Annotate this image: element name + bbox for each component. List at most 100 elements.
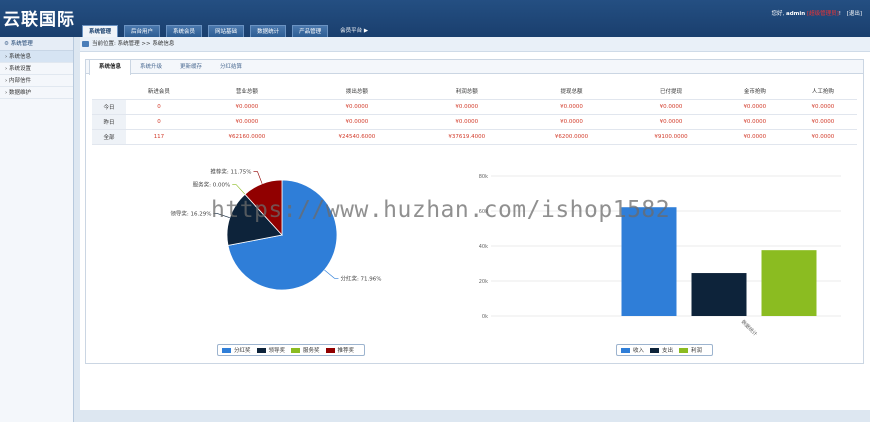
nav-tab-member-platform[interactable]: 会员平台 ▶	[334, 25, 374, 37]
logout-link[interactable]: [退出]	[847, 11, 862, 17]
table-cell: ¥6200.0000	[521, 129, 622, 145]
legend-swatch	[621, 347, 630, 353]
table-cell: ¥0.0000	[301, 114, 412, 130]
table-cell: ¥0.0000	[621, 99, 721, 115]
tab-system-info[interactable]: 系统信息	[89, 60, 132, 75]
table-cell: ¥0.0000	[621, 114, 721, 130]
gear-icon: ⚙	[4, 41, 9, 47]
sidebar-heading-label: 系统管理	[10, 41, 33, 47]
tab-update-cache[interactable]: 更新缓存	[171, 60, 211, 74]
row-label: 昨日	[92, 114, 126, 130]
table-corner	[92, 84, 126, 100]
legend-item[interactable]: 分红奖	[222, 346, 251, 354]
app-logo: 云联国际	[3, 10, 75, 30]
legend-label: 收入	[633, 348, 645, 354]
pie-data-label: 分红奖: 71.96%	[340, 274, 381, 282]
column-header: 拨出总额	[301, 84, 412, 100]
legend-label: 分红奖	[234, 348, 251, 354]
breadcrumb-text: 当前位置: 系统管理 >> 系统信息	[92, 41, 175, 47]
sidebar-item-internal-mail[interactable]: › 内部信件	[0, 75, 73, 87]
column-header: 人工抢购	[788, 84, 857, 100]
legend-item[interactable]: 领导奖	[256, 346, 285, 354]
user-role: [超级管理员]	[806, 11, 839, 17]
sidebar: ⚙ 系统管理 › 系统信息 › 系统设置 › 内部信件 › 数据维护	[0, 37, 74, 422]
table-cell: ¥0.0000	[720, 99, 789, 115]
column-header: 已付提现	[621, 84, 721, 100]
table-cell: ¥0.0000	[788, 129, 857, 145]
bar-legend: 收入 支出 利润	[616, 344, 714, 356]
pie-legend: 分红奖 领导奖 服务奖 推荐奖	[217, 344, 366, 356]
table-cell: ¥0.0000	[521, 99, 622, 115]
legend-label: 利润	[691, 348, 703, 354]
y-tick-label: 80k	[479, 174, 488, 180]
legend-label: 服务奖	[303, 348, 320, 354]
table-header-row: 新进会员 营业总额 拨出总额 利润总额 提现总额 已付提现 金币抢购 人工抢购	[92, 84, 857, 100]
table-cell: ¥9100.0000	[621, 129, 721, 145]
table-row: 今日 0 ¥0.0000 ¥0.0000 ¥0.0000 ¥0.0000 ¥0.…	[92, 99, 857, 115]
pie-data-label: 服务奖: 0.00%	[193, 181, 231, 189]
pie-label-connector	[324, 269, 339, 279]
top-header: 云联国际 系统管理 后台用户 系统会员 网站基础 数据统计 产品管理 会员平台 …	[0, 0, 870, 37]
sidebar-item-data-maintenance[interactable]: › 数据维护	[0, 87, 73, 99]
x-axis-label: 数据统计	[740, 318, 759, 337]
table-cell: ¥37619.4000	[411, 129, 522, 145]
bar-支出[interactable]	[691, 273, 747, 316]
pie-data-label: 推荐奖: 11.75%	[210, 168, 251, 176]
sidebar-heading[interactable]: ⚙ 系统管理	[0, 37, 73, 51]
nav-tab-members[interactable]: 系统会员	[166, 25, 203, 37]
legend-label: 推荐奖	[337, 348, 355, 354]
tab-system-upgrade[interactable]: 系统升级	[131, 60, 171, 74]
legend-swatch	[222, 347, 231, 353]
legend-item[interactable]: 推荐奖	[325, 346, 355, 354]
legend-swatch	[650, 347, 660, 353]
nav-tab-products[interactable]: 产品管理	[292, 25, 329, 37]
bar-收入[interactable]	[621, 207, 677, 316]
legend-item[interactable]: 支出	[650, 346, 673, 354]
table-cell: ¥0.0000	[720, 114, 789, 130]
legend-item[interactable]: 利润	[679, 346, 702, 354]
nav-tab-admin-users[interactable]: 后台用户	[124, 25, 161, 37]
column-header: 提现总额	[521, 84, 622, 100]
nav-tab-site-basics[interactable]: 网站基础	[208, 25, 245, 37]
y-tick-label: 0k	[482, 314, 488, 320]
nav-tab-system[interactable]: 系统管理	[82, 25, 119, 37]
sidebar-item-system-settings[interactable]: › 系统设置	[0, 63, 73, 75]
y-tick-label: 20k	[479, 279, 488, 285]
legend-swatch	[291, 347, 301, 353]
table-cell: ¥0.0000	[788, 114, 857, 130]
table-cell: ¥0.0000	[191, 114, 302, 130]
sidebar-item-label: 内部信件	[8, 78, 31, 84]
pie-label-connector	[253, 171, 263, 184]
table-cell: ¥24540.6000	[301, 129, 412, 145]
breadcrumb: 当前位置: 系统管理 >> 系统信息	[80, 37, 870, 52]
legend-item[interactable]: 服务奖	[291, 346, 320, 354]
column-header: 营业总额	[191, 84, 302, 100]
legend-item[interactable]: 收入	[621, 346, 644, 354]
sidebar-item-label: 系统信息	[8, 54, 31, 60]
pie-label-connector	[232, 184, 246, 195]
user-name: admin	[786, 11, 806, 17]
table-row: 全部 117 ¥62160.0000 ¥24540.6000 ¥37619.40…	[92, 129, 857, 145]
bar-利润[interactable]	[761, 250, 817, 316]
stats-table: 新进会员 营业总额 拨出总额 利润总额 提现总额 已付提现 金币抢购 人工抢购 …	[92, 84, 857, 145]
column-header: 金币抢购	[720, 84, 789, 100]
table-cell: ¥0.0000	[720, 129, 789, 145]
row-label: 全部	[92, 129, 126, 145]
footer-strip	[80, 410, 870, 422]
pie-data-label: 领导奖: 16.29%	[170, 210, 211, 218]
legend-swatch	[325, 347, 335, 353]
nav-tab-statistics[interactable]: 数据统计	[250, 25, 287, 37]
pie-chart-panel: 分红奖: 71.96% 领导奖: 16.29% 服务奖: 0.00% 推荐奖: 11.…	[86, 164, 476, 364]
tab-dividend-settlement[interactable]: 分红结算	[211, 60, 251, 74]
chevron-right-icon: ▶	[363, 28, 369, 34]
greeting-suffix: !	[838, 11, 841, 17]
column-header: 新进会员	[126, 84, 192, 100]
table-cell: 0	[126, 99, 192, 115]
table-cell: ¥0.0000	[788, 99, 857, 115]
table-cell: ¥0.0000	[521, 114, 622, 130]
bar-chart: 0k20k40k60k80k数据统计	[479, 174, 841, 338]
sidebar-item-system-info[interactable]: › 系统信息	[0, 51, 73, 63]
legend-swatch	[256, 347, 266, 353]
greeting-text: 您好,	[771, 11, 785, 17]
table-cell: ¥0.0000	[301, 99, 412, 115]
